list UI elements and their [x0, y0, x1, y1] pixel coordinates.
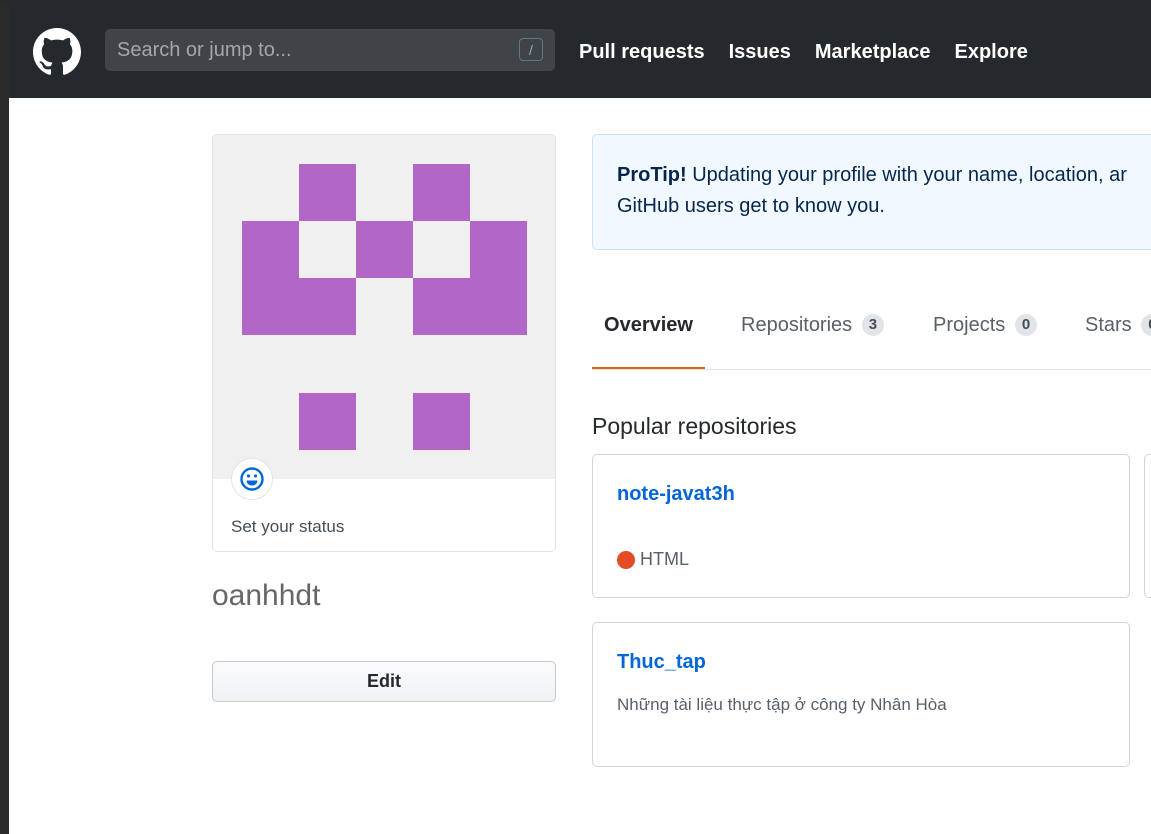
- nav-pull-requests[interactable]: Pull requests: [579, 39, 705, 65]
- repo-description: Những tài liệu thực tập ở công ty Nhân H…: [617, 695, 947, 714]
- search-input[interactable]: [105, 29, 505, 71]
- edit-profile-button[interactable]: Edit: [212, 661, 556, 702]
- profile-tabs: Overview Repositories 3 Projects 0 Stars…: [592, 300, 1151, 370]
- slash-shortcut-key: /: [519, 38, 543, 61]
- tab-stars[interactable]: Stars 0: [1085, 314, 1151, 369]
- repo-card: note-javat3h HTML: [592, 454, 1130, 598]
- tab-repositories-label: Repositories: [741, 314, 853, 336]
- header-nav: Pull requests Issues Marketplace Explore: [579, 39, 1028, 65]
- tab-repositories[interactable]: Repositories 3: [741, 314, 885, 369]
- set-status-link[interactable]: Set your status: [231, 517, 344, 537]
- repo-language: HTML: [617, 549, 689, 570]
- repo-link[interactable]: note-javat3h: [617, 483, 735, 506]
- avatar[interactable]: [213, 135, 555, 479]
- tab-projects-label: Projects: [933, 314, 1006, 336]
- projects-count: 0: [1014, 314, 1038, 336]
- repo-link[interactable]: Thuc_tap: [617, 651, 706, 674]
- tab-stars-label: Stars: [1085, 314, 1132, 336]
- repo-language-label: HTML: [640, 549, 689, 569]
- github-logo-icon[interactable]: [33, 28, 81, 76]
- nav-explore[interactable]: Explore: [955, 39, 1028, 65]
- tab-overview[interactable]: Overview: [592, 314, 705, 369]
- language-color-dot: [617, 550, 635, 569]
- avatar-card: Set your status: [212, 134, 556, 552]
- repo-card-partial: [1144, 454, 1151, 598]
- site-header: / Pull requests Issues Marketplace Explo…: [9, 3, 1151, 98]
- status-emoji-button[interactable]: [231, 458, 273, 500]
- protip-text: Updating your profile with your name, lo…: [692, 164, 1127, 186]
- nav-issues[interactable]: Issues: [729, 39, 791, 65]
- window-edge: [0, 0, 9, 834]
- identicon-image: [242, 164, 527, 450]
- stars-count: 0: [1141, 314, 1151, 336]
- search-box: /: [105, 29, 555, 71]
- smiley-icon: [240, 467, 264, 491]
- tab-projects[interactable]: Projects 0: [933, 314, 1038, 369]
- nav-marketplace[interactable]: Marketplace: [815, 39, 931, 65]
- popular-repositories-title: Popular repositories: [592, 413, 797, 439]
- repo-card: Thuc_tap Những tài liệu thực tập ở công …: [592, 622, 1130, 767]
- repositories-count: 3: [861, 314, 885, 336]
- protip-text-line2: GitHub users get to know you.: [617, 195, 885, 217]
- protip-label: ProTip!: [617, 164, 687, 186]
- protip-banner: ProTip! Updating your profile with your …: [592, 134, 1151, 250]
- tab-overview-label: Overview: [604, 314, 693, 336]
- profile-username: oanhhdt: [212, 579, 321, 612]
